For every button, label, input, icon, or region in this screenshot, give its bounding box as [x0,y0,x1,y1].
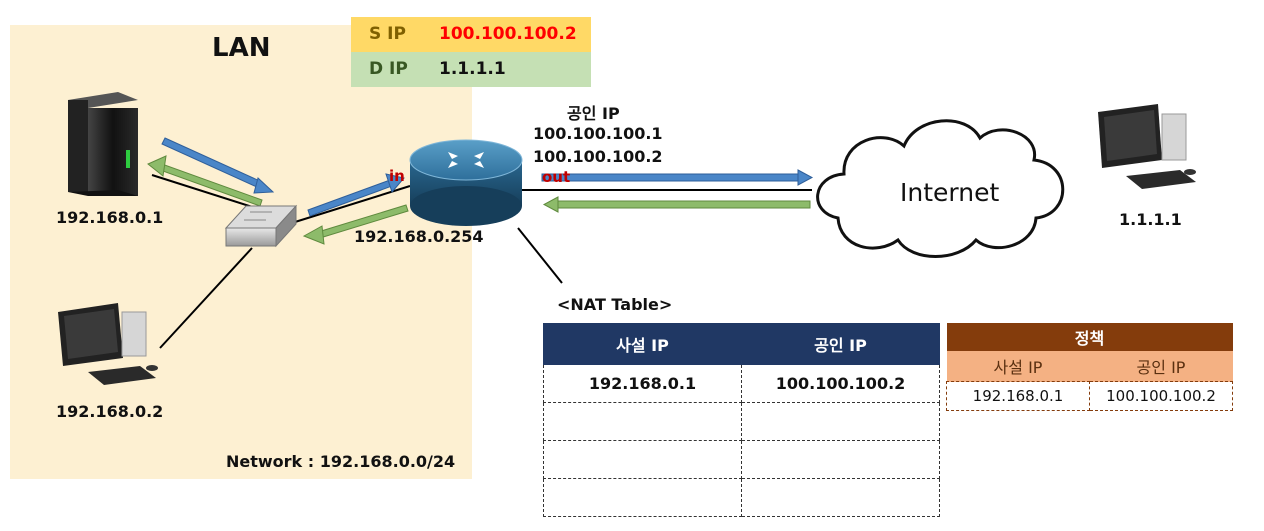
policy-cell-private: 192.168.0.1 [946,381,1090,411]
public-ip-1: 100.100.100.1 [533,124,663,143]
lan-title: LAN [212,33,271,63]
router-ip-label: 192.168.0.254 [354,227,484,246]
dest-ip-key: D IP [369,59,408,79]
source-ip-row: S IP 100.100.100.2 [351,17,591,52]
dest-ip-value: 1.1.1.1 [439,59,506,79]
nat-cell-private [543,402,742,441]
policy-title-row: 정책 [946,323,1233,351]
policy-header-public: 공인 IP [1089,351,1233,382]
nat-cell-private [543,440,742,479]
switch-icon [224,204,298,248]
link-pc-switch [159,247,253,349]
public-ip-2: 100.100.100.2 [533,147,663,166]
table-row [543,478,940,517]
arrow-internet-to-router [542,196,811,213]
table-row [543,440,940,479]
table-row [543,402,940,441]
arrow-router-to-internet [541,169,814,186]
server-ip-label: 192.168.0.1 [56,208,164,227]
router-icon [409,139,523,226]
pc-ip-label: 192.168.0.2 [56,402,164,421]
source-ip-value: 100.100.100.2 [439,24,577,44]
router-out-label: out [542,168,571,186]
nat-table-title: <NAT Table> [557,295,673,314]
nat-pointer-line [517,227,563,284]
server-icon [68,92,138,196]
nat-cell-public [741,402,940,441]
policy-header-private: 사설 IP [946,351,1090,382]
packet-header-box: S IP 100.100.100.2 D IP 1.1.1.1 [351,17,591,87]
policy-header-row: 사설 IP 공인 IP [946,351,1233,382]
nat-cell-public [741,478,940,517]
policy-title: 정책 [946,323,1233,351]
policy-table: 정책 사설 IP 공인 IP 192.168.0.1 100.100.100.2 [946,323,1233,411]
nat-header-private: 사설 IP [543,323,742,365]
remote-ip-label: 1.1.1.1 [1119,210,1182,229]
router-in-label: in [389,167,405,185]
dest-ip-row: D IP 1.1.1.1 [351,52,591,87]
nat-cell-private: 192.168.0.1 [543,364,742,403]
remote-pc-icon [1098,104,1196,189]
nat-header-public: 공인 IP [741,323,940,365]
pc-icon [58,303,158,385]
table-row: 192.168.0.1 100.100.100.2 [543,364,940,403]
internet-label: Internet [900,178,1000,207]
policy-cell-public: 100.100.100.2 [1089,381,1233,411]
nat-cell-public [741,440,940,479]
public-ip-title: 공인 IP [567,104,620,123]
network-label: Network : 192.168.0.0/24 [226,452,456,471]
nat-table: 사설 IP 공인 IP 192.168.0.1 100.100.100.2 [543,323,940,517]
nat-cell-public: 100.100.100.2 [741,364,940,403]
policy-row: 192.168.0.1 100.100.100.2 [946,381,1233,411]
nat-header-row: 사설 IP 공인 IP [543,323,940,365]
source-ip-key: S IP [369,24,406,44]
nat-cell-private [543,478,742,517]
